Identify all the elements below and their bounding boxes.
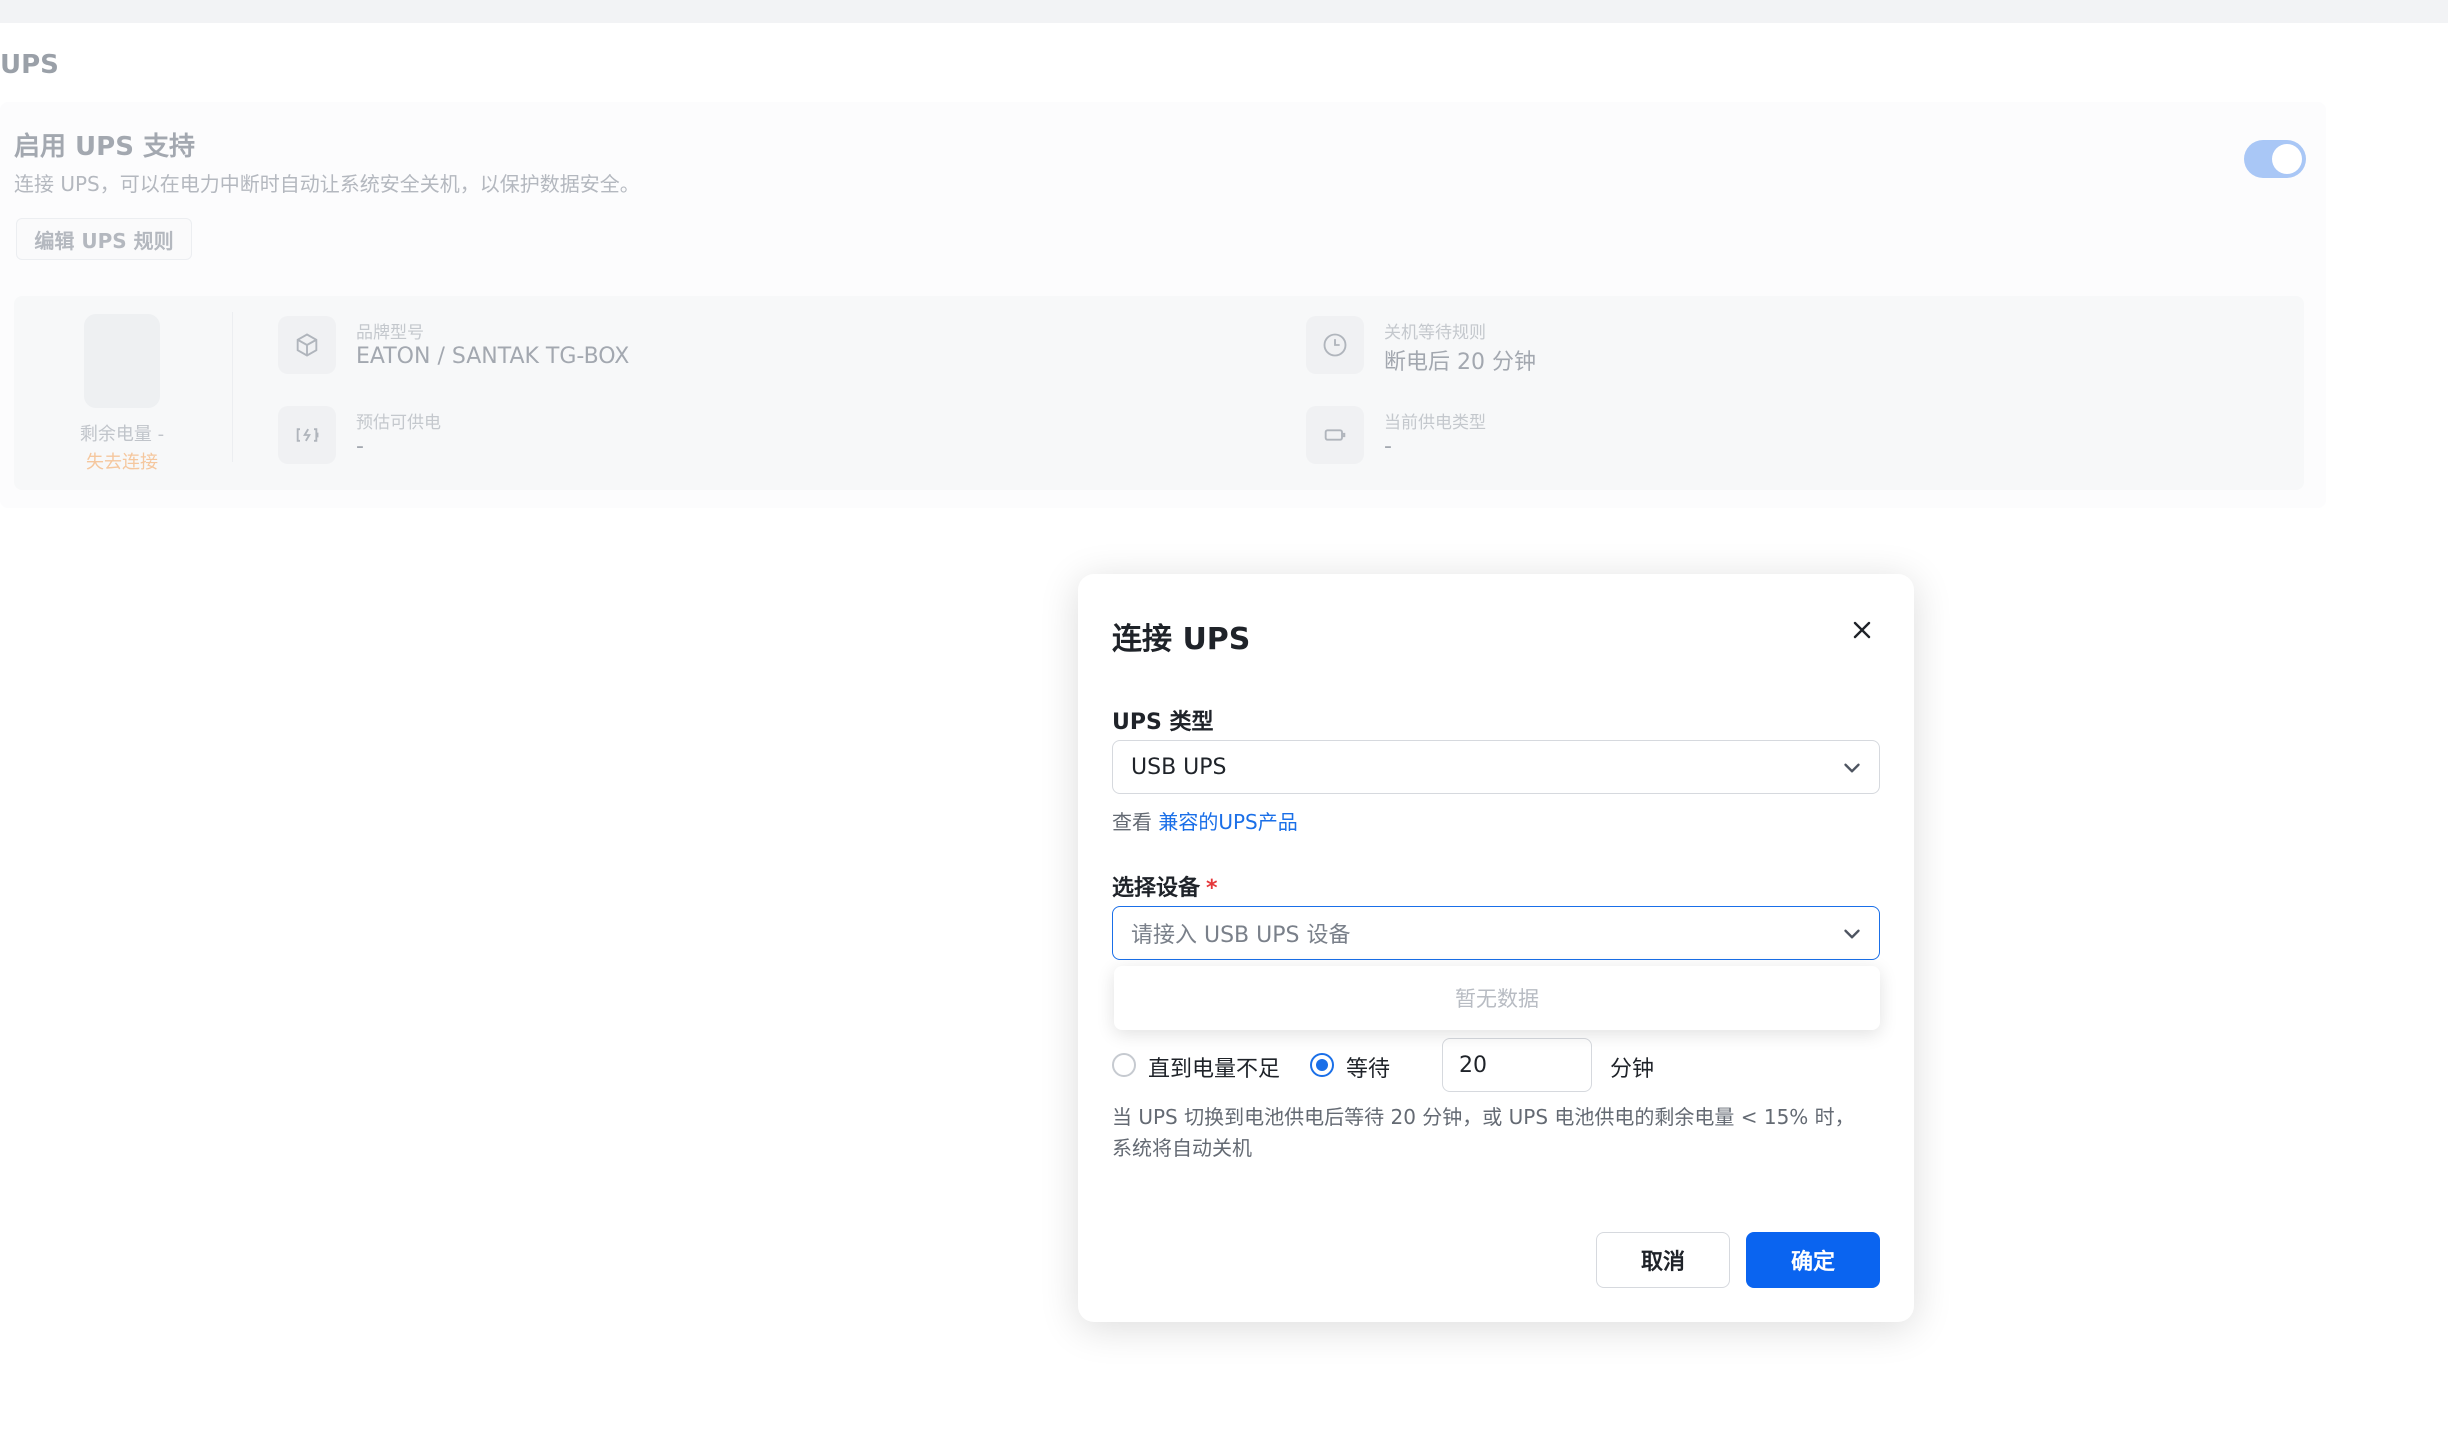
shutdown-note: 当 UPS 切换到电池供电后等待 20 分钟，或 UPS 电池供电的剩余电量 <… <box>1112 1105 1855 1160</box>
toggle-knob <box>2272 144 2302 174</box>
device-select[interactable]: 请接入 USB UPS 设备 <box>1112 906 1880 960</box>
close-button[interactable] <box>1840 608 1884 652</box>
minutes-unit: 分钟 <box>1610 1057 1655 1082</box>
top-bar <box>0 0 2448 23</box>
battery-charging-icon <box>278 406 336 464</box>
cancel-button[interactable]: 取消 <box>1596 1232 1730 1288</box>
dropdown-empty-text: 暂无数据 <box>1455 987 1539 1011</box>
edit-ups-rule-button[interactable]: 编辑 UPS 规则 <box>16 218 192 260</box>
chevron-down-icon <box>1844 929 1860 939</box>
chevron-down-icon <box>1844 763 1860 773</box>
hint-prefix: 查看 <box>1112 810 1159 834</box>
runtime-value: - <box>356 434 364 459</box>
close-icon <box>1853 621 1871 639</box>
power-type-value: - <box>1384 434 1392 459</box>
radio-wait[interactable] <box>1310 1053 1334 1077</box>
power-type-label: 当前供电类型 <box>1384 413 1486 433</box>
device-label-text: 选择设备 <box>1112 876 1201 901</box>
required-mark: * <box>1206 876 1218 901</box>
compatibility-hint: 查看 兼容的UPS产品 <box>1112 806 1298 835</box>
brand-value: EATON / SANTAK TG-BOX <box>356 344 630 369</box>
device-placeholder: 请接入 USB UPS 设备 <box>1131 923 1351 948</box>
power-plug-icon <box>1306 406 1364 464</box>
wait-option-label: 等待 <box>1346 1057 1391 1082</box>
card-description: 连接 UPS，可以在电力中断时自动让系统安全关机，以保护数据安全。 <box>14 172 640 196</box>
ups-type-value: USB UPS <box>1131 754 1227 780</box>
divider <box>232 312 233 462</box>
brand-label: 品牌型号 <box>356 323 424 343</box>
compatible-products-link[interactable]: 兼容的UPS产品 <box>1158 810 1297 834</box>
connection-status: 失去连接 <box>86 452 158 473</box>
low-battery-option-label: 直到电量不足 <box>1148 1057 1281 1082</box>
battery-remaining-label: 剩余电量 - <box>79 424 165 445</box>
battery-icon <box>84 314 160 408</box>
ups-support-toggle[interactable] <box>2244 140 2306 178</box>
device-label: 选择设备 * <box>1112 870 1218 902</box>
clock-icon <box>1306 316 1364 374</box>
dialog-title: 连接 UPS <box>1112 622 1251 657</box>
shutdown-rule-value: 断电后 20 分钟 <box>1384 350 1536 375</box>
confirm-button[interactable]: 确定 <box>1746 1232 1880 1288</box>
device-dropdown: 暂无数据 <box>1114 966 1880 1030</box>
radio-low-battery[interactable] <box>1112 1053 1136 1077</box>
ups-type-select[interactable]: USB UPS <box>1112 740 1880 794</box>
wait-minutes-input[interactable] <box>1442 1038 1592 1092</box>
shutdown-options: 直到电量不足 等待 分钟 <box>1112 1038 1880 1092</box>
runtime-label: 预估可供电 <box>356 413 441 433</box>
connect-ups-dialog: 连接 UPS UPS 类型 USB UPS 查看 兼容的UPS产品 选择设备 * … <box>1078 574 1914 1322</box>
shutdown-rule-label: 关机等待规则 <box>1384 323 1486 343</box>
ups-type-label: UPS 类型 <box>1112 710 1214 735</box>
package-icon <box>278 316 336 374</box>
page-title: UPS <box>0 50 59 80</box>
card-title: 启用 UPS 支持 <box>14 132 195 162</box>
